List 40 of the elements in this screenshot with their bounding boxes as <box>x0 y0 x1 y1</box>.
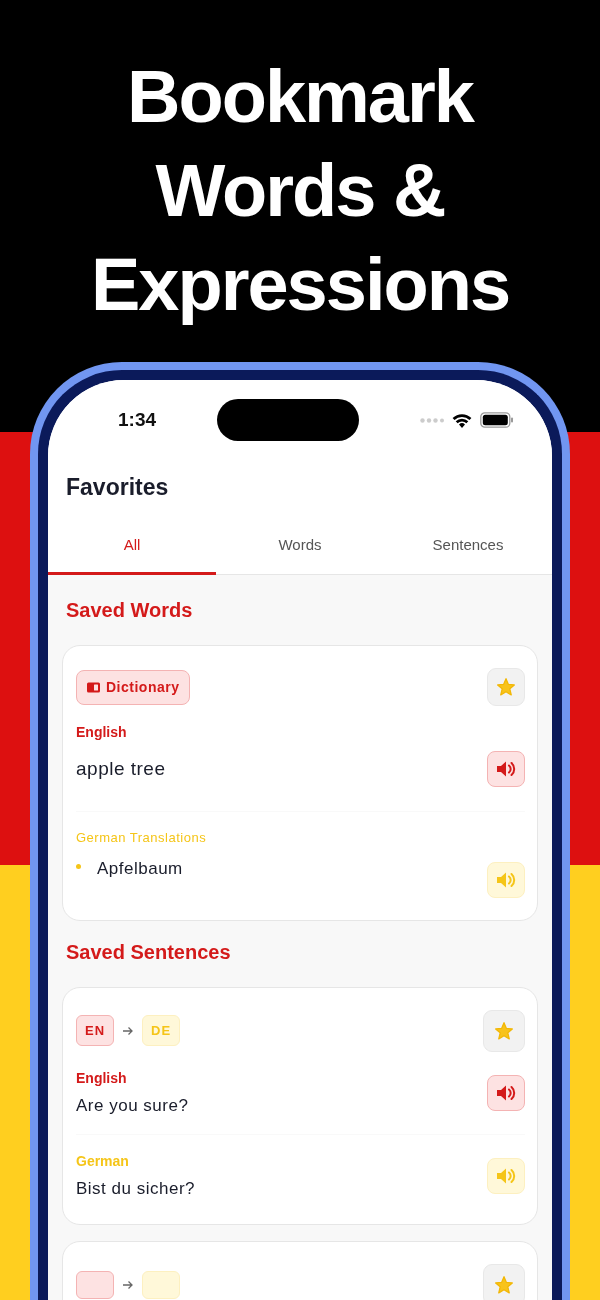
signal-icon <box>420 417 444 423</box>
bullet-icon <box>76 863 81 869</box>
headline: Bookmark Words & Expressions <box>89 54 511 328</box>
sentence-text: Are you sure? <box>76 1094 189 1117</box>
language-chip <box>76 1270 114 1299</box>
language-chip: EN <box>76 1014 115 1047</box>
battery-icon <box>480 412 514 428</box>
language-label: English <box>76 723 128 743</box>
translation-text: Apfelbaum <box>97 857 183 880</box>
wifi-icon <box>452 412 472 428</box>
status-time: 1:34 <box>118 407 157 432</box>
tab[interactable]: Words <box>216 523 384 576</box>
star-button[interactable] <box>483 1263 525 1300</box>
language-label: German Translations <box>76 829 208 848</box>
speaker-icon <box>496 1083 516 1102</box>
speaker-button[interactable] <box>487 751 525 788</box>
language-label: German <box>76 1152 130 1172</box>
section-title: Saved Sentences <box>66 939 232 965</box>
tab[interactable]: Sentences <box>384 523 552 576</box>
language-chip <box>142 1270 180 1299</box>
language-chip: DE <box>142 1014 181 1047</box>
star-button[interactable] <box>483 1009 525 1052</box>
book-icon <box>87 681 100 693</box>
arrow-icon <box>122 1025 135 1036</box>
speaker-icon <box>496 760 516 779</box>
speaker-icon <box>496 1167 516 1186</box>
star-icon <box>494 1274 514 1295</box>
tab[interactable]: All <box>48 523 216 576</box>
sentence-text: Bist du sicher? <box>76 1178 195 1201</box>
speaker-button[interactable] <box>487 1074 525 1111</box>
arrow-icon <box>122 1279 134 1290</box>
star-icon <box>494 1020 514 1041</box>
screen-title: Favorites <box>65 473 170 502</box>
language-label: English <box>76 1068 128 1088</box>
speaker-icon <box>496 870 516 889</box>
word-text: apple tree <box>76 756 166 781</box>
source-badge: Dictionary <box>76 669 191 705</box>
star-button[interactable] <box>487 668 525 707</box>
section-title: Saved Words <box>66 598 194 624</box>
star-icon <box>496 677 516 698</box>
